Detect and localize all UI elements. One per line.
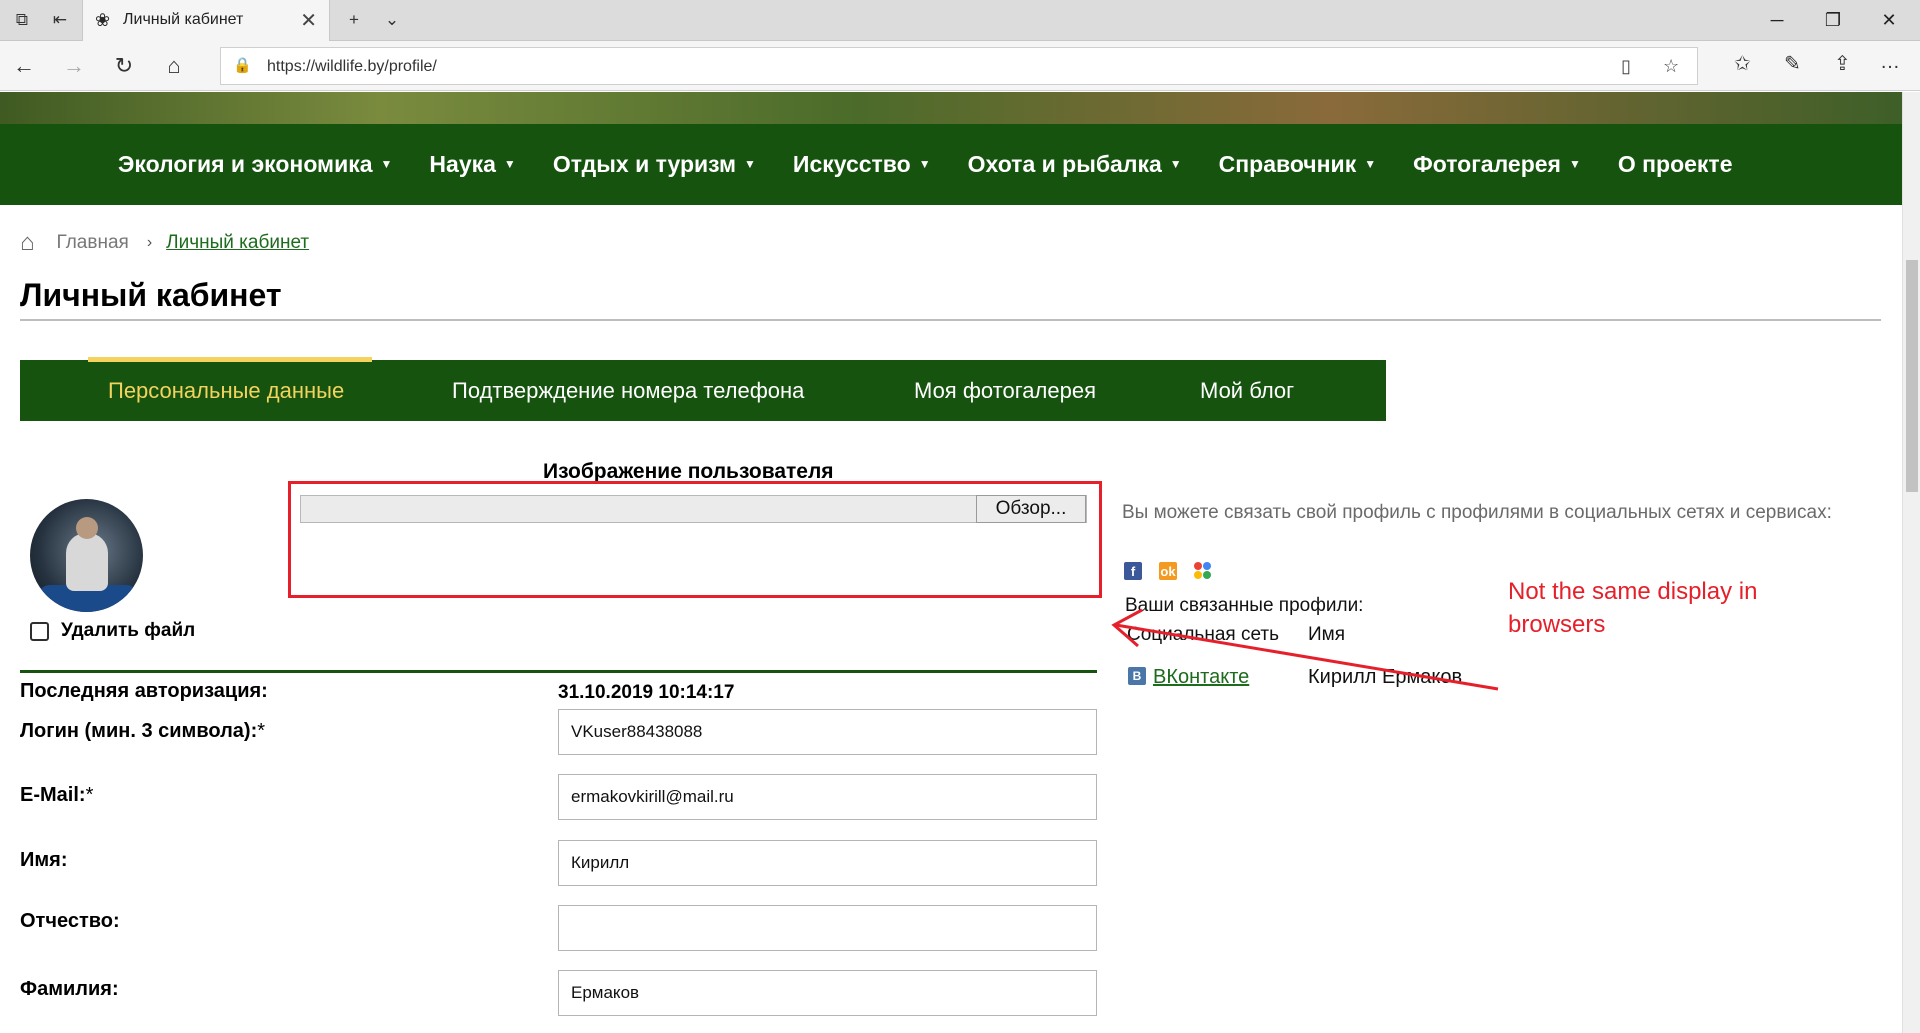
paw-icon: ❀ (95, 10, 111, 30)
address-bar[interactable]: 🔒 https://wildlife.by/profile/ ▯ ☆ (220, 47, 1698, 85)
name-field[interactable]: Кирилл (558, 840, 1097, 886)
patronymic-label: Отчество: (20, 910, 120, 932)
main-navigation: Экология и экономика ▼ Наука ▼ Отдых и тур… (0, 124, 1902, 205)
delete-file-checkbox[interactable] (30, 622, 49, 641)
nav-item-art[interactable]: Искусство ▼ (793, 151, 931, 178)
tab-manager-icon[interactable]: ⧉ (8, 8, 36, 32)
tab-my-blog[interactable]: Мой блог (1200, 378, 1294, 404)
nav-item-science[interactable]: Наука ▼ (429, 151, 515, 178)
lock-icon: 🔒 (233, 57, 252, 74)
pen-icon[interactable]: ✎ (1784, 51, 1801, 76)
page-title: Личный кабинет (20, 277, 282, 313)
minimize-icon[interactable]: ─ (1754, 6, 1800, 34)
annotation-arrow (1111, 608, 1499, 691)
surname-label: Фамилия: (20, 978, 119, 1000)
tab-personal-data[interactable]: Персональные данные (108, 378, 344, 404)
set-aside-tabs-icon[interactable]: ⇤ (46, 8, 74, 32)
tab-my-gallery[interactable]: Моя фотогалерея (914, 378, 1096, 404)
caret-down-icon: ▼ (1568, 157, 1581, 171)
caret-down-icon: ▼ (744, 157, 756, 171)
avatar-figure-shape (66, 533, 108, 591)
more-icon[interactable]: … (1880, 51, 1900, 74)
nav-item-ecology[interactable]: Экология и экономика ▼ (118, 151, 392, 178)
email-label: E-Mail:* (20, 784, 94, 806)
url-text: https://wildlife.by/profile/ (267, 58, 437, 75)
surname-field[interactable]: Ермаков (558, 970, 1097, 1016)
home-icon[interactable]: ⌂ (20, 229, 35, 257)
social-intro-text: Вы можете связать свой профиль с профиля… (1122, 502, 1832, 523)
share-icon[interactable]: ⇪ (1834, 51, 1851, 76)
avatar-head-shape (76, 517, 98, 539)
login-label: Логин (мин. 3 символа):* (20, 720, 266, 742)
nav-item-tourism[interactable]: Отдых и туризм ▼ (553, 151, 756, 178)
back-icon[interactable]: ← (8, 51, 40, 81)
nav-item-hunting[interactable]: Охота и рыбалка ▼ (968, 151, 1182, 178)
caret-down-icon: ▼ (1169, 157, 1182, 171)
nav-item-about[interactable]: О проекте (1618, 151, 1733, 178)
close-tab-icon[interactable]: ✕ (300, 8, 317, 33)
favorite-star-icon[interactable]: ☆ (1663, 56, 1679, 77)
login-field[interactable]: VKuser88438088 (558, 709, 1097, 755)
patronymic-field[interactable] (558, 905, 1097, 951)
browse-button[interactable]: Обзор... (976, 495, 1086, 523)
facebook-icon[interactable]: f (1124, 562, 1142, 580)
odnoklassniki-icon[interactable]: ok (1159, 562, 1177, 580)
home-icon[interactable]: ⌂ (158, 51, 190, 81)
social-login-icons: f ok (1124, 562, 1229, 580)
browser-tab-bar: ⧉ ⇤ ❀ Личный кабинет ✕ + ⌄ ─ ❐ ✕ (0, 0, 1920, 41)
last-auth-value: 31.10.2019 10:14:17 (558, 682, 735, 703)
breadcrumb-home[interactable]: Главная (57, 232, 129, 254)
email-field[interactable]: ermakovkirill@mail.ru (558, 774, 1097, 820)
tab-list-chevron-icon[interactable]: ⌄ (378, 8, 406, 32)
annotation-note: Not the same display in browsers (1508, 578, 1758, 638)
browser-toolbar: ← → ↻ ⌂ 🔒 https://wildlife.by/profile/ ▯… (0, 41, 1920, 91)
caret-down-icon: ▼ (380, 157, 393, 171)
page-content: Экология и экономика ▼ Наука ▼ Отдых и тур… (0, 92, 1902, 1033)
favorites-icon[interactable]: ✩ (1734, 51, 1751, 76)
breadcrumb-current[interactable]: Личный кабинет (166, 232, 309, 254)
page-scrollbar[interactable] (1902, 92, 1920, 1033)
refresh-icon[interactable]: ↻ (108, 51, 140, 81)
google-icon[interactable] (1194, 562, 1212, 580)
title-divider (20, 319, 1881, 321)
tab-phone-confirmation[interactable]: Подтверждение номера телефона (452, 378, 804, 404)
active-tab-indicator (88, 357, 372, 362)
browser-tab[interactable]: ❀ Личный кабинет ✕ (82, 0, 330, 41)
avatar (30, 499, 143, 612)
tab-title: Личный кабинет (123, 11, 244, 28)
form-divider (20, 670, 1097, 673)
caret-down-icon: ▼ (1364, 157, 1377, 171)
header-banner-image (0, 92, 1902, 124)
reading-view-icon[interactable]: ▯ (1621, 56, 1631, 77)
restore-icon[interactable]: ❐ (1810, 6, 1856, 34)
caret-down-icon: ▼ (918, 157, 931, 171)
scrollbar-thumb[interactable] (1906, 260, 1918, 492)
nav-item-gallery[interactable]: Фотогалерея ▼ (1413, 151, 1581, 178)
profile-tabs: Персональные данные Подтверждение номера… (20, 357, 1386, 421)
name-label: Имя: (20, 849, 68, 871)
new-tab-icon[interactable]: + (340, 8, 368, 32)
last-auth-label: Последняя авторизация: (20, 680, 268, 702)
chevron-right-icon: › (146, 234, 153, 251)
nav-item-reference[interactable]: Справочник ▼ (1219, 151, 1376, 178)
breadcrumb: ⌂ Главная › Личный кабинет (20, 229, 309, 257)
close-window-icon[interactable]: ✕ (1866, 6, 1912, 34)
forward-icon[interactable]: → (58, 51, 90, 81)
delete-file-label[interactable]: Удалить файл (61, 620, 195, 642)
caret-down-icon: ▼ (503, 157, 516, 171)
avatar-file-input[interactable]: Обзор... (300, 495, 1087, 523)
